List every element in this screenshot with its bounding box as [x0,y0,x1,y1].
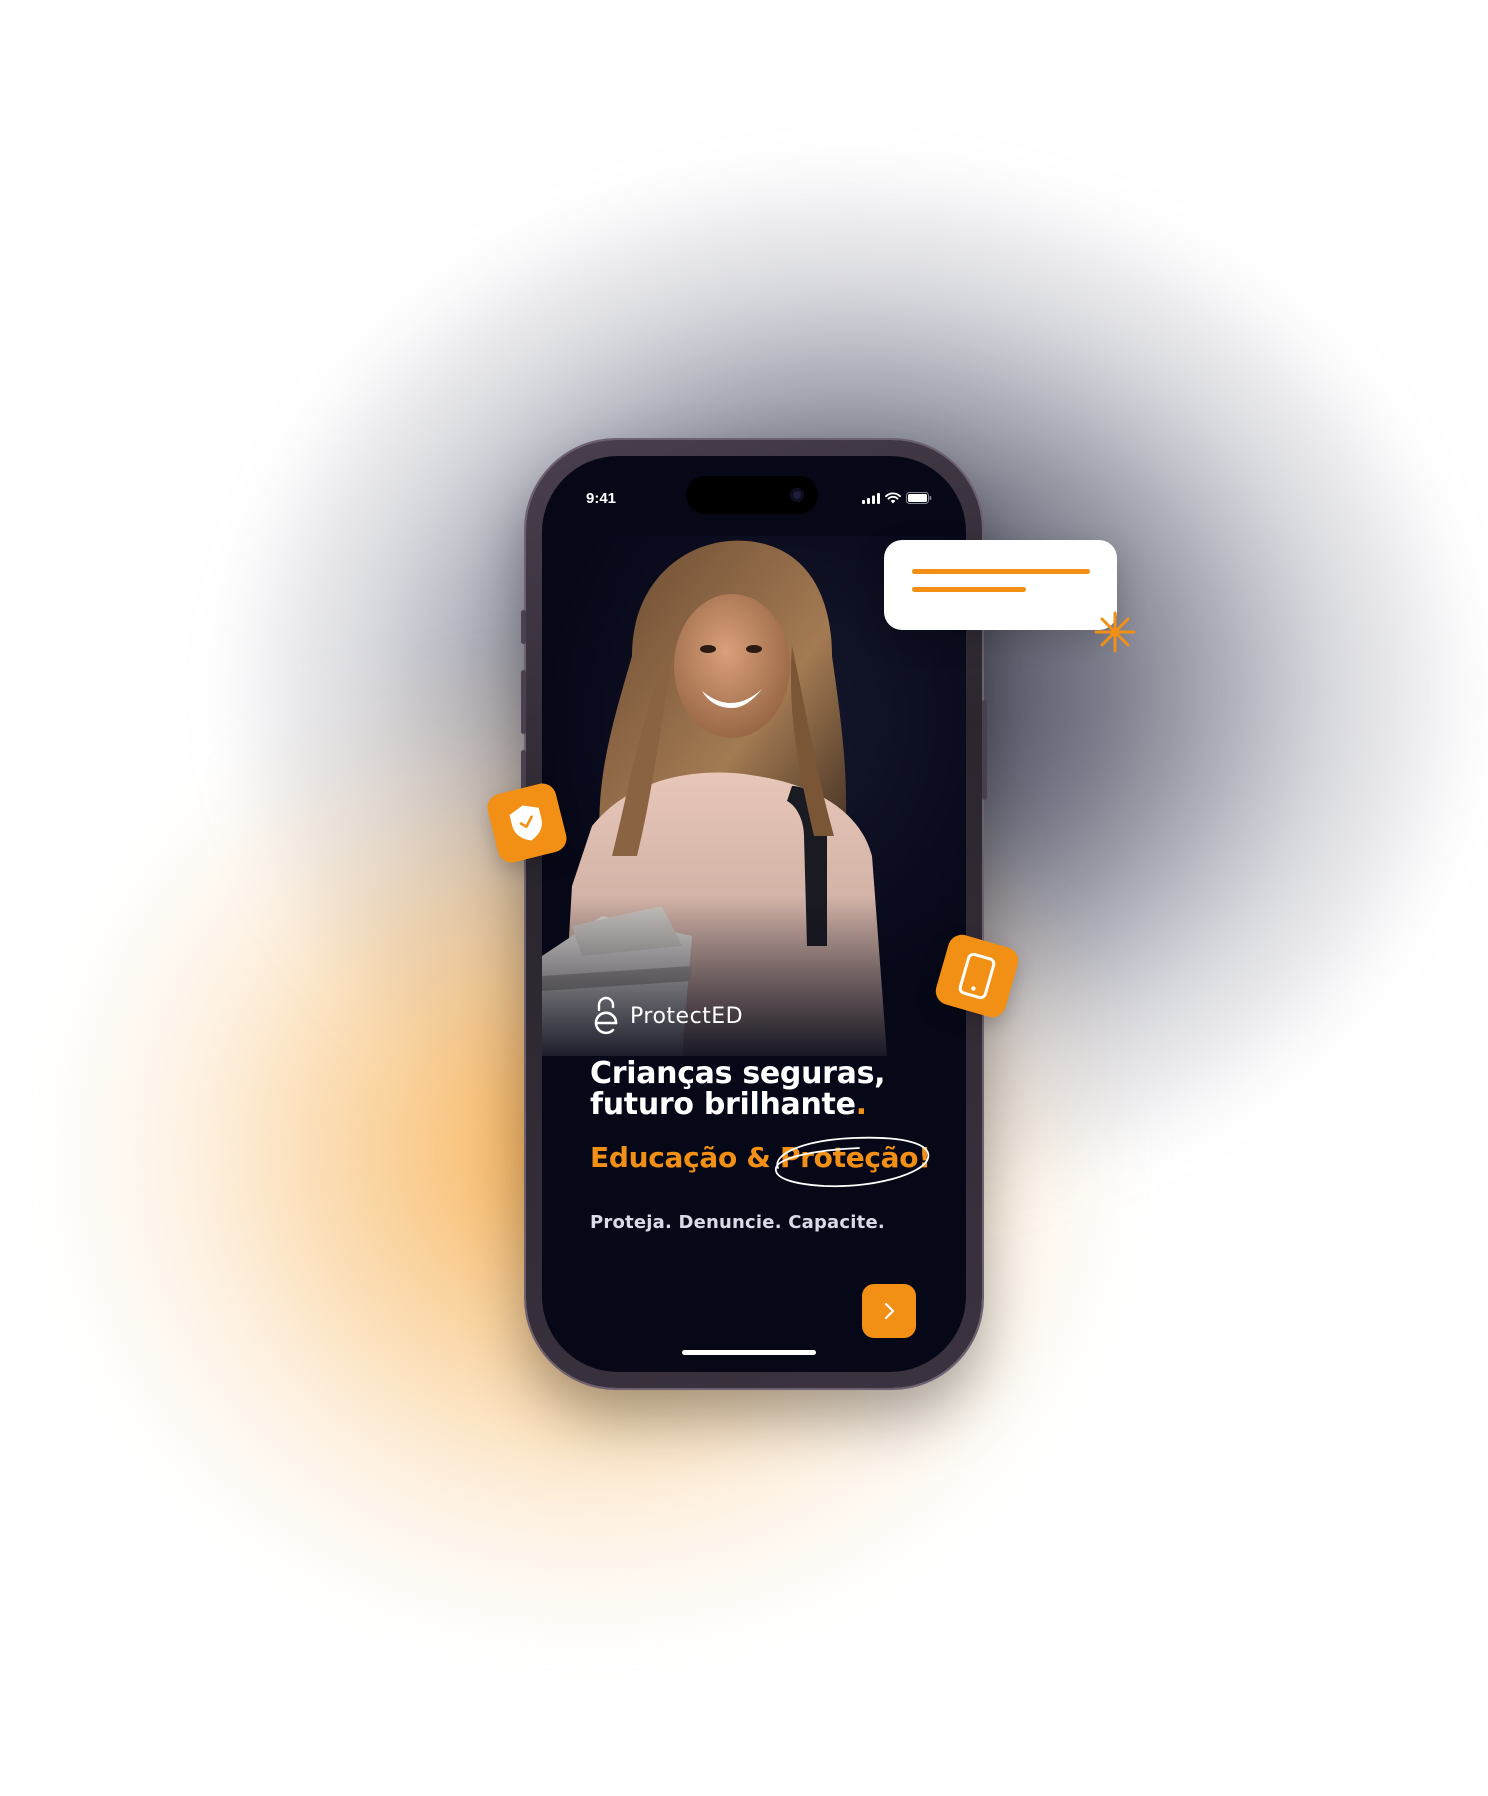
smartphone-icon [958,952,996,1000]
home-indicator [682,1350,816,1355]
status-time: 9:41 [586,490,617,507]
brand-name: ProtectED [630,1003,744,1029]
headline-dot: . [855,1087,867,1122]
next-button[interactable] [862,1284,916,1338]
headline-line1: Crianças seguras, [590,1056,886,1091]
status-icons [862,492,932,504]
card-text-line [912,587,1026,592]
floating-message-card [884,540,1117,630]
photo-fade-overlay [542,896,966,1076]
chevron-right-icon [884,1302,895,1320]
tagline: Proteja. Denuncie. Capacite. [590,1212,885,1233]
highlight-circle-mark [775,1136,930,1188]
lock-e-logo-icon [594,996,618,1035]
dynamic-island [686,476,818,514]
card-text-line [912,569,1090,574]
action-button [521,610,526,644]
sparkle-icon [1094,611,1136,653]
brand-header: ProtectED [592,996,743,1036]
camera-icon [790,488,804,502]
headline-line2: futuro brilhante [590,1087,856,1122]
signal-icon [862,492,880,504]
shield-check-icon [509,805,542,841]
volume-up-button [521,670,526,734]
battery-icon [906,492,932,504]
power-button [982,700,987,800]
headline: Crianças seguras, futuro brilhante. [590,1058,930,1120]
wifi-icon [885,492,901,504]
